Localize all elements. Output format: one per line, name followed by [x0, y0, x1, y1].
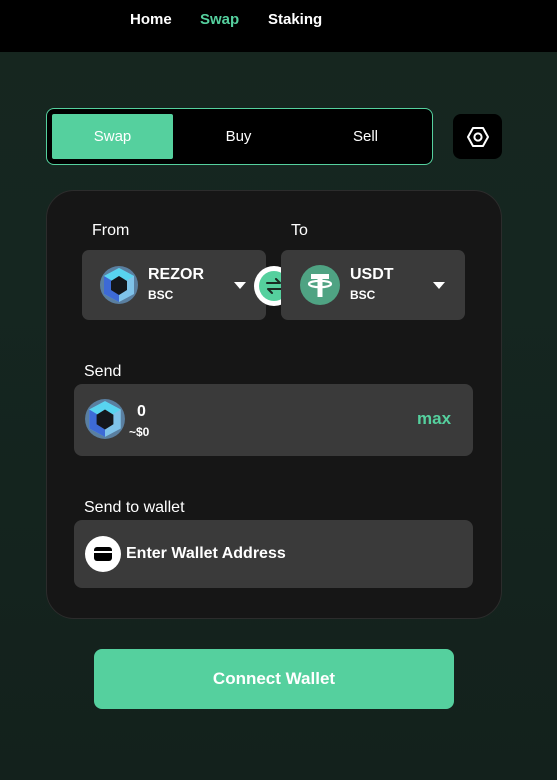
wallet-icon-badge — [85, 536, 121, 572]
rezor-token-icon — [100, 266, 138, 304]
from-token-chain: BSC — [148, 288, 174, 302]
from-token-name: REZOR — [148, 266, 204, 283]
send-label: Send — [84, 363, 122, 380]
to-token-select[interactable]: USDT BSC — [281, 250, 465, 320]
settings-hex-icon — [466, 126, 489, 147]
tab-sell[interactable]: Sell — [305, 114, 426, 159]
send-usd-value: ~$0 — [129, 425, 150, 439]
nav-staking-link[interactable]: Staking — [268, 11, 322, 28]
settings-button[interactable] — [453, 114, 502, 159]
rezor-token-icon — [85, 399, 125, 439]
send-to-wallet-label: Send to wallet — [84, 499, 185, 516]
to-label: To — [291, 222, 308, 239]
wallet-icon — [94, 547, 112, 561]
wallet-address-input[interactable] — [126, 542, 456, 566]
to-token-chain: BSC — [350, 288, 376, 302]
tab-swap[interactable]: Swap — [52, 114, 173, 159]
connect-wallet-button[interactable]: Connect Wallet — [94, 649, 454, 709]
caret-down-icon — [234, 282, 246, 289]
from-token-select[interactable]: REZOR BSC — [82, 250, 266, 320]
nav-swap-link[interactable]: Swap — [200, 11, 239, 28]
send-amount-field[interactable] — [74, 384, 473, 456]
to-token-name: USDT — [350, 266, 394, 283]
usdt-token-icon — [300, 265, 340, 305]
nav-home-link[interactable]: Home — [130, 11, 172, 28]
caret-down-icon — [433, 282, 445, 289]
max-button[interactable]: max — [417, 409, 451, 429]
send-amount-value[interactable]: 0 — [137, 403, 146, 421]
top-nav-bar: Home Swap Staking — [0, 0, 557, 52]
from-label: From — [92, 222, 130, 239]
mode-tabs: Swap Buy Sell — [46, 108, 433, 165]
tab-buy[interactable]: Buy — [178, 114, 299, 159]
